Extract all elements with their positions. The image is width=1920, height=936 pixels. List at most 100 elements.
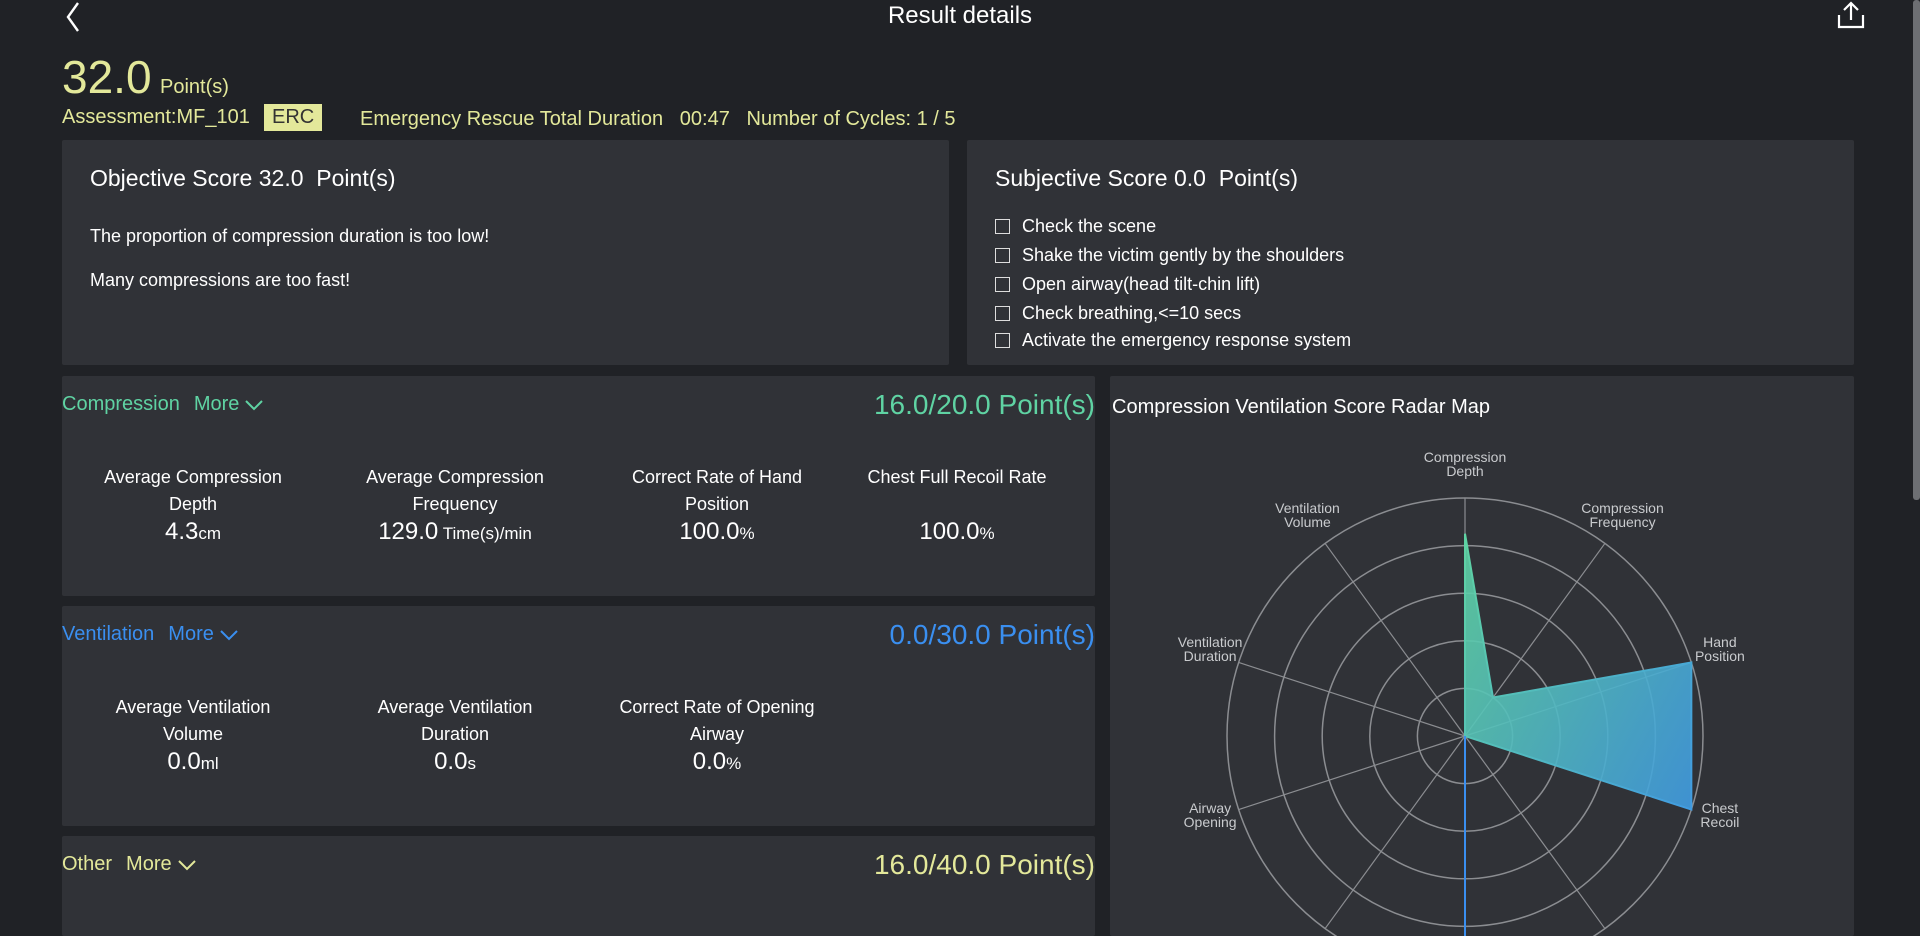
checkbox[interactable] xyxy=(995,306,1010,321)
radar-axis-label: Position xyxy=(1695,648,1745,664)
checklist-label: Check the scene xyxy=(1022,216,1157,236)
objective-panel: Objective Score 32.0 Point(s) The propor… xyxy=(62,140,949,365)
metric-label: Average Ventilation xyxy=(115,697,271,717)
metric-hand-position: Correct Rate of Hand Position 100.0% xyxy=(602,464,832,546)
radar-axis-label: Depth xyxy=(1446,463,1483,479)
metric-label: Position xyxy=(684,494,750,514)
duration-label: Emergency Rescue Total Duration xyxy=(360,108,664,130)
checkbox[interactable] xyxy=(995,333,1010,348)
other-title: Other xyxy=(62,853,113,875)
ventilation-title: Ventilation xyxy=(62,623,155,645)
checklist-item[interactable]: Open airway(head tilt-chin lift) xyxy=(995,274,1260,295)
other-score: 16.0/40.0 Point(s) xyxy=(873,849,1095,880)
other-score-total: 40.0 xyxy=(936,849,991,880)
erc-badge: ERC xyxy=(264,104,323,131)
checklist-item[interactable]: Check breathing,<=10 secs xyxy=(995,303,1241,324)
checklist-label: Shake the victim gently by the shoulders xyxy=(1022,245,1345,265)
radar-spoke xyxy=(1324,735,1466,929)
radar-spoke xyxy=(1238,661,1466,737)
metric-compression-frequency: Average Compression Frequency 129.0 Time… xyxy=(340,464,570,546)
share-icon xyxy=(1837,1,1865,29)
metric-label xyxy=(842,491,1072,518)
metric-label: Correct Rate of Opening xyxy=(619,697,815,717)
ventilation-header: Ventilation More xyxy=(62,623,238,646)
radar-spoke xyxy=(1324,543,1466,737)
metric-value: 100.0 xyxy=(919,518,980,545)
metric-unit: % xyxy=(739,524,755,543)
metric-label: Average Compression xyxy=(104,467,282,487)
checkbox[interactable] xyxy=(995,248,1010,263)
share-button[interactable] xyxy=(1834,0,1868,30)
checklist-label: Activate the emergency response system xyxy=(1022,330,1352,350)
checklist-label: Check breathing,<=10 secs xyxy=(1022,303,1242,323)
objective-title: Objective Score 32.0 Point(s) xyxy=(90,165,396,192)
assessment-id: Assessment:MF_101 xyxy=(62,106,250,128)
metric-label: Duration xyxy=(420,724,490,744)
subjective-panel: Subjective Score 0.0 Point(s) Check the … xyxy=(967,140,1854,365)
total-score-unit: Point(s) xyxy=(160,76,229,98)
duration-line: Emergency Rescue Total Duration 00:47 Nu… xyxy=(360,108,956,131)
ventilation-score-value: 0.0 xyxy=(889,619,929,650)
radar-axis-label: Recoil xyxy=(1700,814,1739,830)
objective-unit: Point(s) xyxy=(316,165,396,191)
radar-chart: CompressionDepthCompressionFrequencyHand… xyxy=(1178,449,1745,936)
metric-label: Airway xyxy=(689,724,744,744)
subjective-title-label: Subjective Score xyxy=(995,165,1168,191)
objective-score: 32.0 xyxy=(258,165,304,191)
checklist-item[interactable]: Check the scene xyxy=(995,216,1156,237)
duration-value: 00:47 xyxy=(679,108,730,130)
subjective-unit: Point(s) xyxy=(1218,165,1298,191)
objective-message: The proportion of compression duration i… xyxy=(90,226,490,246)
metric-unit: Time(s)/min xyxy=(442,524,532,543)
radar-axis-label: Volume xyxy=(1284,514,1331,530)
metric-unit: cm xyxy=(198,524,222,543)
radar-axis-label: Duration xyxy=(1184,648,1237,664)
metric-compression-depth: Average Compression Depth 4.3cm xyxy=(78,464,308,546)
radar-axis-label: Frequency xyxy=(1589,514,1655,530)
compression-score-total: 20.0 xyxy=(936,389,991,420)
ventilation-panel: Ventilation More 0.0/30.0 Point(s) Avera… xyxy=(62,606,1095,826)
checklist-label: Open airway(head tilt-chin lift) xyxy=(1022,274,1261,294)
metric-value: 0.0 xyxy=(167,748,201,775)
metric-label: Depth xyxy=(168,494,218,514)
checkbox[interactable] xyxy=(995,219,1010,234)
objective-title-label: Objective Score xyxy=(90,165,253,191)
metric-value: 129.0 xyxy=(378,518,439,545)
checklist-item[interactable]: Activate the emergency response system xyxy=(995,330,1351,351)
metric-ventilation-duration: Average Ventilation Duration 0.0s xyxy=(340,694,570,776)
cycles-value: 1 / 5 xyxy=(916,108,956,130)
subjective-title: Subjective Score 0.0 Point(s) xyxy=(995,165,1298,192)
chevron-down-icon[interactable] xyxy=(177,859,196,871)
metric-value: 0.0 xyxy=(434,748,468,775)
metric-unit: ml xyxy=(200,754,219,773)
ventilation-score-total: 30.0 xyxy=(936,619,991,650)
chevron-down-icon[interactable] xyxy=(245,399,264,411)
metric-label: Correct Rate of Hand xyxy=(631,467,803,487)
metric-label: Average Ventilation xyxy=(377,697,533,717)
checkbox[interactable] xyxy=(995,277,1010,292)
radar-axis-label: Opening xyxy=(1184,814,1237,830)
other-score-value: 16.0 xyxy=(873,849,929,880)
chevron-down-icon[interactable] xyxy=(220,629,238,641)
cycles-label: Number of Cycles: xyxy=(746,108,912,130)
compression-score: 16.0/20.0 Point(s) xyxy=(873,389,1095,420)
scrollbar[interactable] xyxy=(1913,0,1920,500)
metric-ventilation-volume: Average Ventilation Volume 0.0ml xyxy=(78,694,308,776)
ventilation-score-unit: Point(s) xyxy=(998,619,1095,650)
compression-score-value: 16.0 xyxy=(873,389,929,420)
ventilation-more-button[interactable]: More xyxy=(168,623,214,646)
compression-more-button[interactable]: More xyxy=(194,393,240,416)
metric-label: Chest Full Recoil Rate xyxy=(867,467,1047,487)
compression-title: Compression xyxy=(62,393,180,415)
metric-chest-recoil: Chest Full Recoil Rate 100.0% xyxy=(842,464,1072,546)
other-panel: Other More 16.0/40.0 Point(s) xyxy=(62,836,1095,936)
other-more-button[interactable]: More xyxy=(126,853,172,876)
ventilation-score: 0.0/30.0 Point(s) xyxy=(889,619,1095,650)
page-title: Result details xyxy=(887,2,1033,29)
metric-value: 0.0 xyxy=(692,748,727,775)
checklist-item[interactable]: Shake the victim gently by the shoulders xyxy=(995,245,1344,266)
other-score-unit: Point(s) xyxy=(998,849,1095,880)
objective-message: Many compressions are too fast! xyxy=(90,270,351,290)
radar-panel: Compression Ventilation Score Radar Map … xyxy=(1110,376,1854,936)
metric-label: Frequency xyxy=(412,494,498,514)
